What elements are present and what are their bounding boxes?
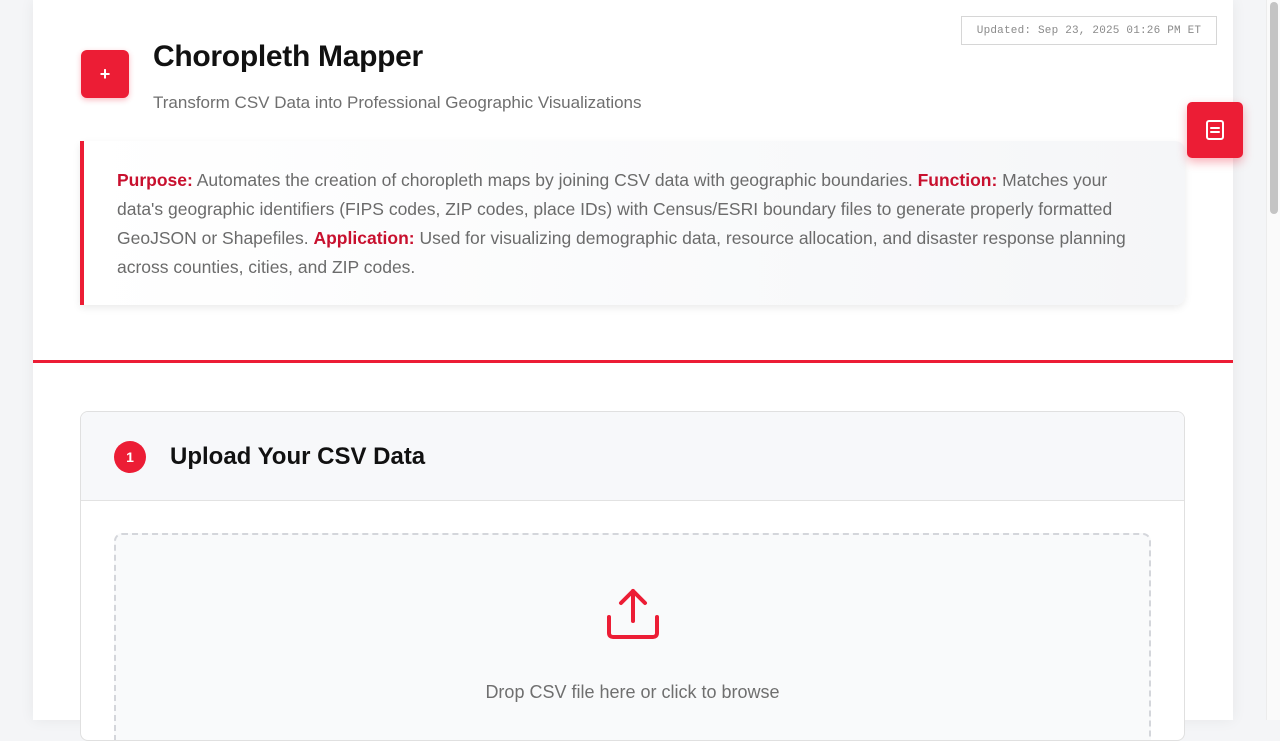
document-icon (1206, 120, 1224, 140)
section-divider (33, 360, 1233, 363)
step-header: 1 Upload Your CSV Data (81, 412, 1184, 501)
scrollbar-thumb[interactable] (1270, 2, 1278, 214)
floating-docs-button[interactable] (1187, 102, 1243, 158)
updated-timestamp: Updated: Sep 23, 2025 01:26 PM ET (961, 16, 1217, 45)
page-title: Choropleth Mapper (153, 40, 423, 73)
app-logo: + (81, 50, 129, 98)
application-label: Application: (313, 228, 415, 248)
plus-icon: + (99, 63, 111, 84)
upload-step-card: 1 Upload Your CSV Data Drop CSV file her… (80, 411, 1185, 741)
dropzone-label: Drop CSV file here or click to browse (485, 682, 780, 702)
step-title: Upload Your CSV Data (170, 443, 426, 470)
intro-description: Purpose: Automates the creation of choro… (80, 141, 1185, 305)
vertical-scrollbar[interactable] (1266, 0, 1280, 720)
purpose-label: Purpose: (117, 170, 193, 190)
step-number-badge: 1 (114, 441, 146, 473)
function-label: Function: (917, 170, 998, 190)
upload-icon (607, 589, 659, 639)
csv-dropzone[interactable]: Drop CSV file here or click to browse (114, 533, 1151, 740)
page-container: Updated: Sep 23, 2025 01:26 PM ET + Chor… (33, 0, 1233, 741)
page-subtitle: Transform CSV Data into Professional Geo… (153, 93, 642, 112)
purpose-text: Automates the creation of choropleth map… (192, 170, 918, 190)
